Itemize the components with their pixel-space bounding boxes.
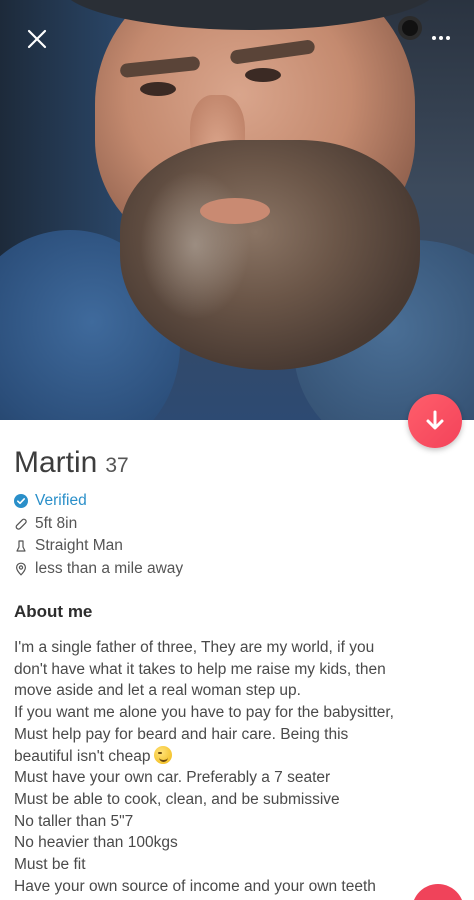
photo-eye-right [245,68,281,82]
height-text: 5ft 8in [35,514,78,532]
bio-line-with-emoji: beautiful isn't cheap [14,745,454,768]
more-options-button[interactable] [426,28,456,48]
bio-line: Have your own source of income and your … [14,877,376,895]
bio-line: If you want me alone you have to pay for… [14,704,394,722]
bio-line: move aside and let a real woman step up. [14,682,301,700]
bio-line: No heavier than 100kgs [14,834,178,852]
distance-text: less than a mile away [35,559,184,577]
bio-line: Must be fit [14,856,86,874]
profile-meta: Verified 5ft 8in Straight Man less than … [14,490,454,580]
bio-line: I'm a single father of three, They are m… [14,639,375,656]
bio-line: Must have your own car. Preferably a 7 s… [14,769,331,787]
name-row: Martin 37 [14,446,454,480]
photo-beard-grey [140,170,250,320]
height-row: 5ft 8in [14,513,454,536]
photo-mouth [200,198,270,224]
about-bio: I'm a single father of three, They are m… [14,637,454,897]
person-icon [14,539,28,553]
ruler-icon [14,517,28,531]
verified-check-icon [14,494,28,509]
wink-emoji-icon [153,745,172,764]
verified-label: Verified [35,492,87,509]
distance-row: less than a mile away [14,558,454,581]
collapse-profile-button[interactable] [408,394,462,448]
profile-name: Martin [14,446,98,479]
location-pin-icon [14,562,28,576]
photo-earring [398,16,422,40]
more-dots-icon [432,36,436,40]
close-icon [27,29,47,49]
bio-line: Must help pay for beard and hair care. B… [14,725,349,743]
about-title: About me [14,602,93,621]
bio-line: don't have what it takes to help me rais… [14,660,386,678]
profile-photo [0,0,474,420]
profile-age: 37 [105,454,129,477]
bio-line: No taller than 5"7 [14,812,134,830]
verified-row: Verified [14,490,454,513]
close-button[interactable] [22,24,52,54]
photo-eye-left [140,82,176,96]
orientation-text: Straight Man [35,537,123,554]
bio-line: beautiful isn't cheap [14,747,151,765]
bio-line: Must be able to cook, clean, and be subm… [14,790,340,808]
arrow-down-icon [426,410,444,430]
orientation-row: Straight Man [14,535,454,558]
profile-info: Martin 37 Verified 5ft 8in Straight Man … [14,446,454,897]
